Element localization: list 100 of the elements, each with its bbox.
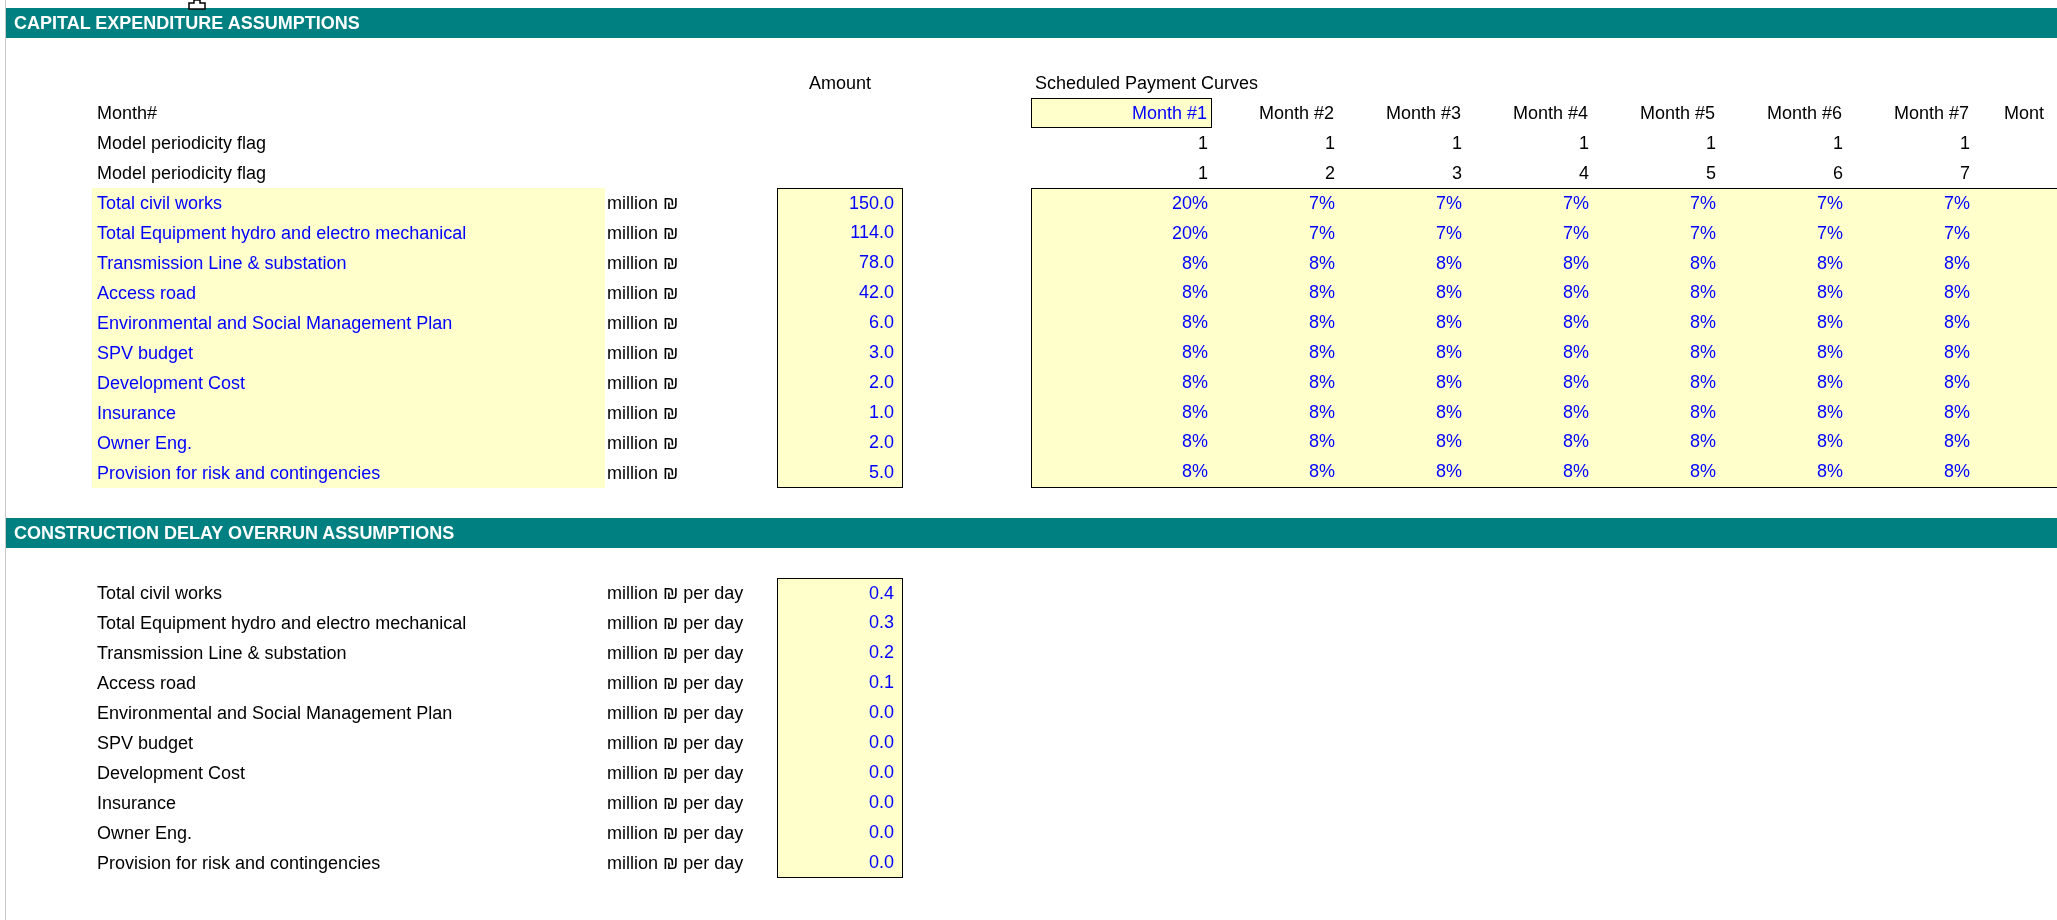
payment-percent-input[interactable]: 7% [1339, 189, 1466, 219]
overrun-input[interactable]: 0.0 [777, 848, 903, 878]
payment-percent-input[interactable]: 8% [1847, 367, 1974, 398]
payment-percent-input[interactable]: 8% [1466, 248, 1593, 279]
month-header[interactable]: Month #7 [1847, 98, 1974, 128]
payment-percent-input[interactable]: 8% [1339, 457, 1466, 487]
payment-percent-input[interactable]: 8% [1720, 427, 1847, 458]
payment-percent-input[interactable]: 7% [1466, 218, 1593, 249]
overrun-input[interactable]: 0.0 [777, 728, 903, 758]
amount-input[interactable]: 1.0 [777, 398, 903, 428]
amount-input[interactable]: 6.0 [777, 308, 903, 338]
payment-percent-input[interactable]: 8% [1466, 308, 1593, 338]
payment-percent-input[interactable]: 7% [1593, 189, 1720, 219]
month-header[interactable]: Month #6 [1720, 98, 1847, 128]
payment-percent-input[interactable]: 8% [1339, 367, 1466, 398]
payment-percent-input[interactable]: 8% [1032, 308, 1212, 338]
payment-percent-input[interactable]: 8% [1847, 397, 1974, 428]
payment-percent-input[interactable]: 8% [1212, 427, 1339, 458]
payment-percent-input[interactable]: 8% [1032, 457, 1212, 487]
payment-percent-input[interactable]: 8% [1032, 367, 1212, 398]
payment-percent-input[interactable]: 8% [1847, 338, 1974, 368]
overrun-input[interactable]: 0.1 [777, 668, 903, 698]
overrun-input[interactable]: 0.0 [777, 818, 903, 848]
payment-percent-input[interactable]: 8% [1212, 248, 1339, 279]
amount-input[interactable]: 150.0 [777, 188, 903, 218]
payment-percent-input[interactable]: 8% [1593, 248, 1720, 279]
payment-percent-input[interactable]: 8% [1212, 338, 1339, 368]
payment-percent-input[interactable]: 8% [1212, 457, 1339, 487]
payment-percent-input[interactable]: 8% [1466, 338, 1593, 368]
payment-percent-input[interactable]: 8% [1032, 397, 1212, 428]
payment-percent-input[interactable]: 8% [1466, 278, 1593, 309]
payment-percent-input[interactable]: 8% [1212, 278, 1339, 309]
overrun-input[interactable]: 0.3 [777, 608, 903, 638]
payment-percent-input[interactable]: 8% [1466, 427, 1593, 458]
payment-percent-input[interactable]: 8% [1032, 427, 1212, 458]
amount-input[interactable]: 2.0 [777, 428, 903, 458]
month-header[interactable]: Month #1 [1031, 98, 1212, 128]
payment-percent-input[interactable]: 8% [1593, 308, 1720, 338]
overrun-input[interactable]: 0.0 [777, 788, 903, 818]
payment-percent-input[interactable]: 20% [1032, 218, 1212, 249]
payment-percent-input[interactable]: 7% [1847, 189, 1974, 219]
payment-percent-input[interactable]: 8% [1466, 367, 1593, 398]
amount-input[interactable]: 42.0 [777, 278, 903, 308]
payment-percent-input[interactable]: 8% [1466, 397, 1593, 428]
payment-percent-input[interactable]: 8% [1720, 457, 1847, 487]
payment-percent-input[interactable]: 8% [1847, 427, 1974, 458]
payment-percent-input[interactable]: 8% [1847, 457, 1974, 487]
payment-percent-input[interactable]: 8% [1032, 248, 1212, 279]
payment-percent-input[interactable]: 8% [1593, 338, 1720, 368]
payment-percent-input[interactable]: 8% [1339, 427, 1466, 458]
payment-percent-input[interactable]: 8% [1339, 248, 1466, 279]
overrun-input[interactable]: 0.0 [777, 698, 903, 728]
payment-percent-input[interactable]: 8% [1593, 397, 1720, 428]
payment-percent-input[interactable]: 8% [1032, 278, 1212, 309]
payment-percent-input[interactable]: 7% [1212, 189, 1339, 219]
payment-percent-input[interactable]: 8% [1212, 397, 1339, 428]
payment-percent-input[interactable]: 8% [1593, 427, 1720, 458]
amount-input[interactable]: 3.0 [777, 338, 903, 368]
overrun-input[interactable]: 0.0 [777, 758, 903, 788]
amount-input[interactable]: 114.0 [777, 218, 903, 248]
payment-percent-input[interactable]: 8% [1720, 248, 1847, 279]
month-header[interactable]: Month #3 [1339, 98, 1466, 128]
payment-percent-input[interactable]: 8% [1720, 308, 1847, 338]
payment-percent-input[interactable]: 8% [1593, 457, 1720, 487]
amount-input[interactable]: 2.0 [777, 368, 903, 398]
payment-percent-input[interactable]: 8% [1847, 278, 1974, 309]
month-header[interactable]: Month #5 [1593, 98, 1720, 128]
payment-percent-input[interactable]: 8% [1339, 308, 1466, 338]
amount-input[interactable]: 5.0 [777, 458, 903, 488]
payment-percent-input[interactable]: 8% [1720, 338, 1847, 368]
month-header[interactable]: Month #4 [1466, 98, 1593, 128]
month-header[interactable]: Month #2 [1212, 98, 1339, 128]
payment-percent-input[interactable]: 8% [1593, 367, 1720, 398]
payment-percent-input[interactable]: 8% [1593, 278, 1720, 309]
payment-percent-input[interactable]: 7% [1720, 218, 1847, 249]
payment-percent-input[interactable]: 7% [1847, 218, 1974, 249]
flag-value: 1 [1832, 132, 1844, 155]
overrun-input[interactable]: 0.2 [777, 638, 903, 668]
payment-percent-input[interactable]: 8% [1339, 397, 1466, 428]
payment-percent-input[interactable]: 7% [1212, 218, 1339, 249]
amount-input[interactable]: 78.0 [777, 248, 903, 278]
payment-percent-input[interactable]: 8% [1847, 248, 1974, 279]
overrun-input[interactable]: 0.4 [777, 578, 903, 608]
payment-percent-input[interactable]: 8% [1212, 308, 1339, 338]
payment-percent-input[interactable]: 8% [1212, 367, 1339, 398]
payment-percent-input[interactable]: 20% [1032, 189, 1212, 219]
payment-percent-input[interactable]: 7% [1593, 218, 1720, 249]
payment-percent-input[interactable]: 7% [1720, 189, 1847, 219]
payment-percent-input[interactable]: 8% [1466, 457, 1593, 487]
payment-percent-input[interactable]: 8% [1032, 338, 1212, 368]
item-label: Insurance [92, 398, 605, 428]
payment-percent-input[interactable]: 8% [1720, 278, 1847, 309]
payment-percent-input[interactable]: 7% [1466, 189, 1593, 219]
payment-percent-input[interactable]: 8% [1847, 308, 1974, 338]
payment-percent-input[interactable]: 8% [1720, 367, 1847, 398]
payment-percent-input[interactable]: 8% [1339, 278, 1466, 309]
payment-percent-input[interactable]: 8% [1339, 338, 1466, 368]
payment-percent-input[interactable]: 7% [1339, 218, 1466, 249]
month-header[interactable]: Mont [1974, 98, 2057, 128]
payment-percent-input[interactable]: 8% [1720, 397, 1847, 428]
